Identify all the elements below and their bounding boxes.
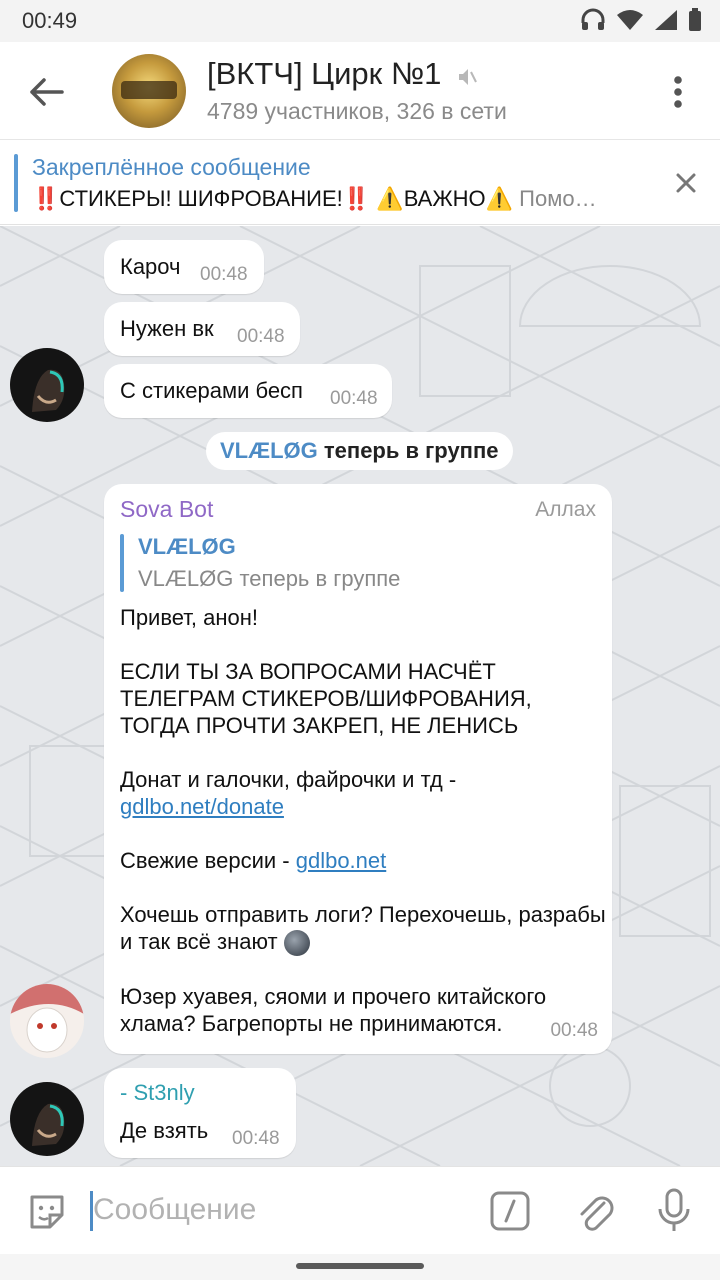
new-moon-face-emoji [283,930,310,957]
headphones-icon [580,8,606,37]
message-input[interactable]: Сообщение [93,1193,256,1227]
message-bubble[interactable]: - St3nly Де взять 00:48 [104,1068,296,1158]
home-gesture-handle[interactable] [296,1263,424,1269]
message-composer: Сообщение [0,1166,720,1254]
bot-message-bubble[interactable]: Sova Bot Аллах VLÆLØG VLÆLØG теперь в гр… [104,484,612,1054]
message-time: 00:48 [200,264,248,285]
pinned-text: ‼️СТИКЕРЫ! ШИФРОВАНИЕ!‼️ ⚠️ВАЖНО⚠️ Помо… [32,186,597,211]
bot-avatar[interactable] [10,984,84,1058]
status-bar: 00:49 [0,0,720,42]
message-text: Нужен вк [120,316,214,341]
message-list[interactable]: Кароч 00:48 Нужен вк 00:48 С стикерами б… [0,226,720,1166]
more-vertical-icon [674,76,682,108]
user-avatar-image [32,1103,65,1146]
message-time: 00:48 [330,388,378,409]
voice-message-button[interactable] [656,1187,692,1240]
sticker-icon [30,1195,64,1229]
close-icon [676,173,696,193]
reply-accent-bar [120,534,124,592]
attach-button[interactable] [574,1189,616,1238]
group-avatar[interactable] [112,54,186,128]
slash-command-icon [490,1191,530,1231]
bot-sender-name[interactable]: Sova Bot [120,496,213,523]
status-icons [580,8,702,37]
message-text: С стикерами бесп [120,378,303,403]
chat-subtitle: 4789 участников, 326 в сети [207,98,507,124]
user-avatar[interactable] [10,348,84,422]
muted-icon [456,66,478,88]
site-link[interactable]: gdlbo.net [296,848,387,873]
reply-author[interactable]: VLÆLØG [138,534,236,560]
arrow-left-icon [30,78,64,106]
signal-icon [654,9,678,36]
donate-link[interactable]: gdlbo.net/donate [120,794,284,819]
close-pinned-button[interactable] [672,169,700,202]
service-user-name[interactable]: VLÆLØG [220,438,318,463]
message-sender[interactable]: - St3nly [120,1080,195,1106]
status-time: 00:49 [22,8,78,33]
chat-header: [ВКТЧ] Цирк №1 4789 участников, 326 в се… [0,42,720,140]
message-bubble[interactable]: Нужен вк 00:48 [104,302,300,356]
message-text: Кароч [120,254,181,279]
admin-title-badge: Аллах [535,498,596,521]
message-bubble[interactable]: Кароч 00:48 [104,240,264,294]
bot-commands-button[interactable] [490,1191,530,1236]
system-nav-bar [0,1254,720,1280]
message-time: 00:48 [237,326,285,347]
message-time: 00:48 [550,1020,598,1041]
chat-title[interactable]: [ВКТЧ] Цирк №1 [207,56,441,92]
back-button[interactable] [22,70,72,114]
message-time: 00:48 [232,1128,280,1149]
reply-text[interactable]: VLÆLØG теперь в группе [138,566,400,592]
service-message: VLÆLØG теперь в группе [206,432,513,470]
microphone-icon [658,1188,690,1231]
user-avatar-image [32,369,65,412]
sticker-button[interactable] [26,1191,68,1238]
battery-icon [688,8,702,37]
message-bubble[interactable]: С стикерами бесп 00:48 [104,364,392,418]
pinned-label: Закреплённое сообщение [32,154,311,180]
bot-avatar-image [10,984,84,1058]
pinned-message[interactable]: Закреплённое сообщение ‼️СТИКЕРЫ! ШИФРОВ… [0,141,720,225]
more-menu-button[interactable] [662,72,694,112]
group-avatar-logo [121,81,177,99]
paperclip-icon [580,1196,614,1231]
wifi-icon [616,9,644,36]
bot-message-text: Привет, анон! ЕСЛИ ТЫ ЗА ВОПРОСАМИ НАСЧЁ… [120,605,606,1037]
message-text: Де взять [120,1118,209,1143]
user-avatar[interactable] [10,1082,84,1156]
pinned-accent-bar [14,154,18,212]
service-text: теперь в группе [317,438,499,463]
